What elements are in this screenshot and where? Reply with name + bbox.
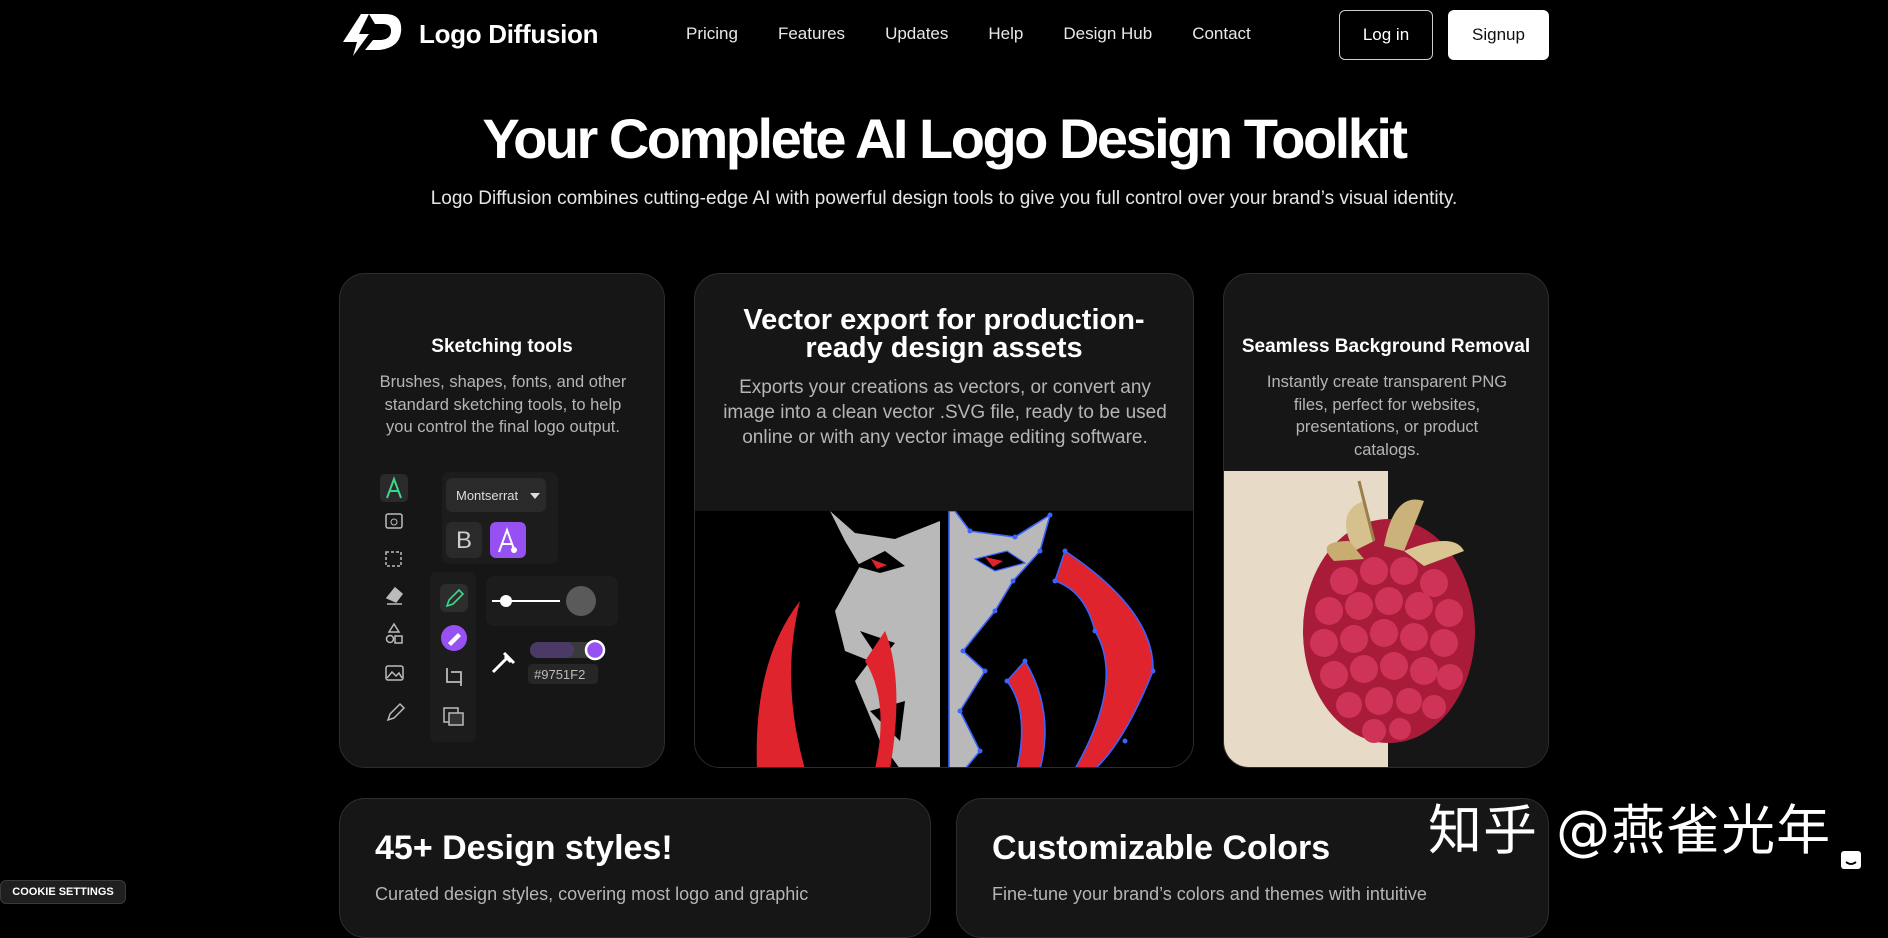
main-menu: Pricing Features Updates Help Design Hub… bbox=[686, 24, 1251, 44]
text-fill-button[interactable] bbox=[490, 522, 526, 558]
brand-name: Logo Diffusion bbox=[419, 18, 599, 49]
background-removal-card: Seamless Background Removal Instantly cr… bbox=[1223, 273, 1549, 768]
design-styles-card: 45+ Design styles! Curated design styles… bbox=[339, 798, 931, 938]
bold-button[interactable]: B bbox=[446, 522, 482, 558]
vector-export-card: Vector export for production-ready desig… bbox=[694, 273, 1194, 768]
cookie-settings-button[interactable]: COOKIE SETTINGS bbox=[0, 880, 126, 904]
card-description: Instantly create transparent PNG files, … bbox=[1266, 373, 1508, 459]
nav-features[interactable]: Features bbox=[778, 24, 845, 44]
signup-button[interactable]: Signup bbox=[1448, 10, 1549, 60]
lion-vector-comparison-image bbox=[695, 510, 1193, 767]
card-title: Seamless Background Removal bbox=[1241, 336, 1531, 357]
opacity-slider[interactable] bbox=[530, 639, 606, 661]
nav-pricing[interactable]: Pricing bbox=[686, 24, 738, 44]
brush-tool-icon[interactable] bbox=[440, 584, 468, 612]
nav-help[interactable]: Help bbox=[988, 24, 1023, 44]
card-description: Exports your creations as vectors, or co… bbox=[723, 377, 1167, 448]
color-picker-tool-icon[interactable] bbox=[441, 625, 467, 651]
card-description: Brushes, shapes, fonts, and other standa… bbox=[379, 373, 627, 436]
hero-title: Your Complete AI Logo Design Toolkit bbox=[482, 107, 1408, 170]
image-gen-icon[interactable] bbox=[385, 513, 403, 529]
card-description: Fine-tune your brand’s colors and themes… bbox=[992, 884, 1427, 904]
login-button[interactable]: Log in bbox=[1339, 10, 1433, 60]
sketching-tools-card: Sketching tools Brushes, shapes, fonts, … bbox=[339, 273, 665, 768]
nav-design-hub[interactable]: Design Hub bbox=[1063, 24, 1152, 44]
font-select[interactable]: Montserrat bbox=[446, 478, 546, 512]
shapes-icon[interactable] bbox=[385, 622, 403, 644]
sketch-toolbar-mock: Montserrat B #9751F2 bbox=[380, 472, 620, 742]
eraser-icon[interactable] bbox=[385, 586, 404, 605]
raspberry-image bbox=[1224, 471, 1548, 767]
hero-subtitle: Logo Diffusion combines cutting-edge AI … bbox=[430, 188, 1458, 209]
top-nav: Logo Diffusion Pricing Features Updates … bbox=[0, 0, 1888, 70]
logo-mark-icon bbox=[343, 14, 402, 56]
bold-label: B bbox=[456, 527, 472, 554]
pencil-icon[interactable] bbox=[386, 702, 406, 722]
card-title: 45+ Design styles! bbox=[375, 829, 673, 867]
select-tool-icon[interactable] bbox=[385, 551, 402, 567]
nav-updates[interactable]: Updates bbox=[885, 24, 948, 44]
image-icon[interactable] bbox=[385, 665, 404, 681]
font-name-text: Montserrat bbox=[456, 488, 519, 503]
text-tool-icon[interactable] bbox=[380, 474, 408, 502]
watermark-text: 知乎 @燕雀光年 bbox=[1428, 799, 1832, 862]
eyedropper-icon[interactable] bbox=[491, 651, 516, 674]
brush-size-preview bbox=[566, 586, 596, 616]
color-hex-field[interactable]: #9751F2 bbox=[528, 664, 598, 684]
chat-icon[interactable] bbox=[1838, 848, 1866, 874]
card-title: Customizable Colors bbox=[992, 829, 1331, 867]
card-description: Curated design styles, covering most log… bbox=[375, 884, 809, 904]
card-title: Vector export for production-ready desig… bbox=[743, 304, 1145, 364]
card-title: Sketching tools bbox=[431, 336, 573, 357]
color-hex-text: #9751F2 bbox=[534, 667, 585, 682]
brand-logo[interactable]: Logo Diffusion bbox=[339, 12, 599, 56]
nav-contact[interactable]: Contact bbox=[1192, 24, 1251, 44]
